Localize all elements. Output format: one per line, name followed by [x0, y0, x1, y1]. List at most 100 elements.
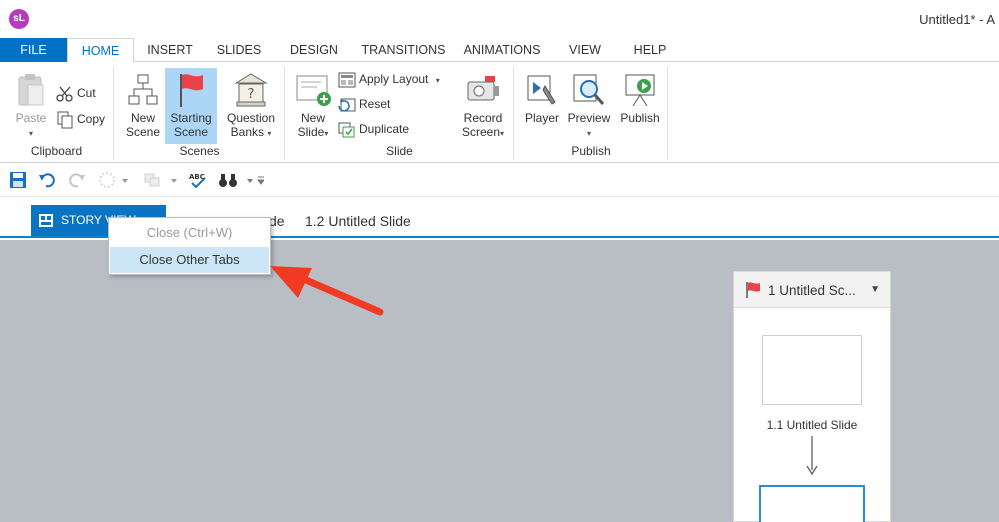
chevron-down-icon[interactable]: ▼ — [870, 284, 880, 295]
question-bank-icon: ? — [234, 73, 268, 107]
chevron-down-icon: ▾ — [586, 129, 591, 138]
preview-label: Preview — [567, 111, 611, 125]
tab-slides[interactable]: SLIDES — [207, 38, 271, 62]
paste-icon — [18, 74, 44, 106]
chevron-down-icon: ▾ — [435, 76, 440, 85]
layout-icon — [338, 72, 356, 88]
chevron-down-icon: ▾ — [500, 129, 505, 138]
tab-transitions[interactable]: TRANSITIONS — [356, 38, 451, 62]
loading-icon — [99, 172, 128, 188]
preview-button[interactable]: Preview ▾ — [565, 72, 613, 141]
question-banks-label-1: Question — [226, 111, 276, 125]
tab-file[interactable]: FILE — [0, 38, 67, 62]
reset-label: Reset — [359, 97, 391, 111]
player-icon — [527, 75, 556, 105]
new-scene-button[interactable]: New Scene — [121, 72, 165, 139]
scene-title: 1 Untitled Sc... — [768, 283, 856, 298]
reset-button[interactable]: Reset — [338, 93, 390, 115]
app-logo-icon: sL — [9, 9, 29, 29]
binoculars-icon[interactable] — [218, 171, 264, 189]
new-slide-label-1: New — [300, 111, 325, 125]
duplicate-button[interactable]: Duplicate — [338, 118, 409, 140]
ribbon-tabs: FILE HOME INSERT SLIDES DESIGN TRANSITIO… — [0, 38, 999, 63]
scene-panel[interactable]: 1 Untitled Sc... ▼ 1.1 Untitled Slide — [733, 271, 891, 522]
question-banks-button[interactable]: ? Question Banks ▾ — [221, 72, 281, 141]
slide-label: 1.1 Untitled Slide — [766, 418, 858, 432]
paste-label: Paste — [15, 111, 47, 125]
copy-icon — [57, 111, 73, 129]
tab-slide-1-1[interactable]: de — [269, 213, 285, 229]
chevron-down-icon: ▾ — [267, 129, 272, 138]
scissors-icon — [56, 86, 73, 102]
new-scene-label-2: Scene — [125, 125, 161, 139]
ribbon: Paste ▾ Cut Copy Clipboard New Scene Sta… — [0, 62, 999, 163]
preview-icon — [573, 74, 605, 105]
player-label: Player — [524, 111, 559, 125]
apply-layout-button[interactable]: Apply Layout ▾ — [338, 68, 440, 90]
group-objects-icon — [144, 173, 177, 187]
starting-scene-button[interactable]: Starting Scene — [165, 68, 217, 144]
question-banks-label-2: Banks — [230, 125, 264, 139]
apply-layout-label: Apply Layout — [359, 72, 429, 86]
flag-icon — [746, 282, 760, 298]
tab-help[interactable]: HELP — [627, 38, 673, 62]
copy-button[interactable]: Copy — [56, 108, 105, 130]
group-slide: New Slide▾ Apply Layout ▾ Reset Duplicate — [286, 66, 514, 160]
new-slide-label-2: Slide — [297, 125, 325, 139]
player-button[interactable]: Player — [521, 72, 563, 125]
spell-check-icon[interactable]: ABC — [188, 171, 208, 189]
reset-icon — [338, 98, 356, 112]
cut-label: Cut — [77, 86, 96, 100]
tab-context-menu: Close (Ctrl+W) Close Other Tabs — [108, 217, 271, 275]
record-screen-label-2: Screen — [461, 125, 500, 139]
record-screen-icon — [467, 76, 499, 101]
paste-button[interactable]: Paste ▾ — [9, 72, 53, 141]
slide-thumbnail[interactable] — [762, 335, 862, 405]
quick-access-toolbar: ABC — [0, 164, 999, 197]
group-scenes: New Scene Starting Scene ? Question Banks ▾… — [115, 66, 285, 160]
tab-design[interactable]: DESIGN — [281, 38, 347, 62]
group-publish: Player Preview ▾ Publish Publish — [515, 66, 668, 160]
cut-button[interactable]: Cut — [56, 82, 96, 104]
publish-button[interactable]: Publish — [615, 72, 665, 125]
menu-item-close[interactable]: Close (Ctrl+W) — [110, 220, 269, 246]
save-icon[interactable] — [9, 171, 27, 189]
window-title: Untitled1* - A — [919, 12, 995, 27]
story-view-icon — [39, 214, 53, 227]
svg-text:?: ? — [248, 87, 255, 102]
flag-icon — [180, 74, 203, 107]
starting-scene-label-2: Scene — [173, 125, 209, 139]
record-screen-button[interactable]: Record Screen▾ — [456, 72, 510, 141]
title-bar: sL Untitled1* - A — [0, 0, 999, 38]
slide-thumbnail-selected[interactable] — [759, 485, 865, 522]
new-slide-button[interactable]: New Slide▾ — [292, 72, 334, 141]
group-clipboard: Paste ▾ Cut Copy Clipboard — [0, 66, 114, 160]
chevron-down-icon: ▾ — [28, 129, 33, 138]
chevron-down-icon: ▾ — [324, 129, 329, 138]
slide-group-label: Slide — [386, 144, 413, 158]
publish-label: Publish — [620, 111, 660, 125]
tab-view[interactable]: VIEW — [561, 38, 609, 62]
tab-home[interactable]: HOME — [67, 38, 134, 63]
scenes-group-label: Scenes — [179, 144, 220, 158]
clipboard-group-label: Clipboard — [30, 144, 83, 158]
tab-insert[interactable]: INSERT — [138, 38, 202, 62]
annotation-arrow-icon — [270, 266, 384, 316]
record-screen-label-1: Record — [463, 111, 503, 125]
duplicate-label: Duplicate — [359, 122, 410, 136]
redo-icon[interactable] — [68, 171, 86, 189]
publish-group-label: Publish — [571, 144, 611, 158]
new-scene-label-1: New — [130, 111, 155, 125]
tab-animations[interactable]: ANIMATIONS — [459, 38, 545, 62]
publish-icon — [625, 74, 655, 107]
starting-scene-label-1: Starting — [170, 111, 212, 125]
new-slide-icon — [296, 75, 331, 106]
scene-header[interactable]: 1 Untitled Sc... ▼ — [734, 272, 890, 308]
menu-item-close-other-tabs[interactable]: Close Other Tabs — [110, 247, 269, 273]
tab-slide-1-2[interactable]: 1.2 Untitled Slide — [305, 213, 411, 229]
undo-icon[interactable] — [38, 171, 56, 189]
arrow-down-icon — [806, 436, 818, 476]
duplicate-icon — [338, 122, 355, 138]
new-scene-icon — [128, 74, 158, 105]
copy-label: Copy — [77, 112, 106, 126]
